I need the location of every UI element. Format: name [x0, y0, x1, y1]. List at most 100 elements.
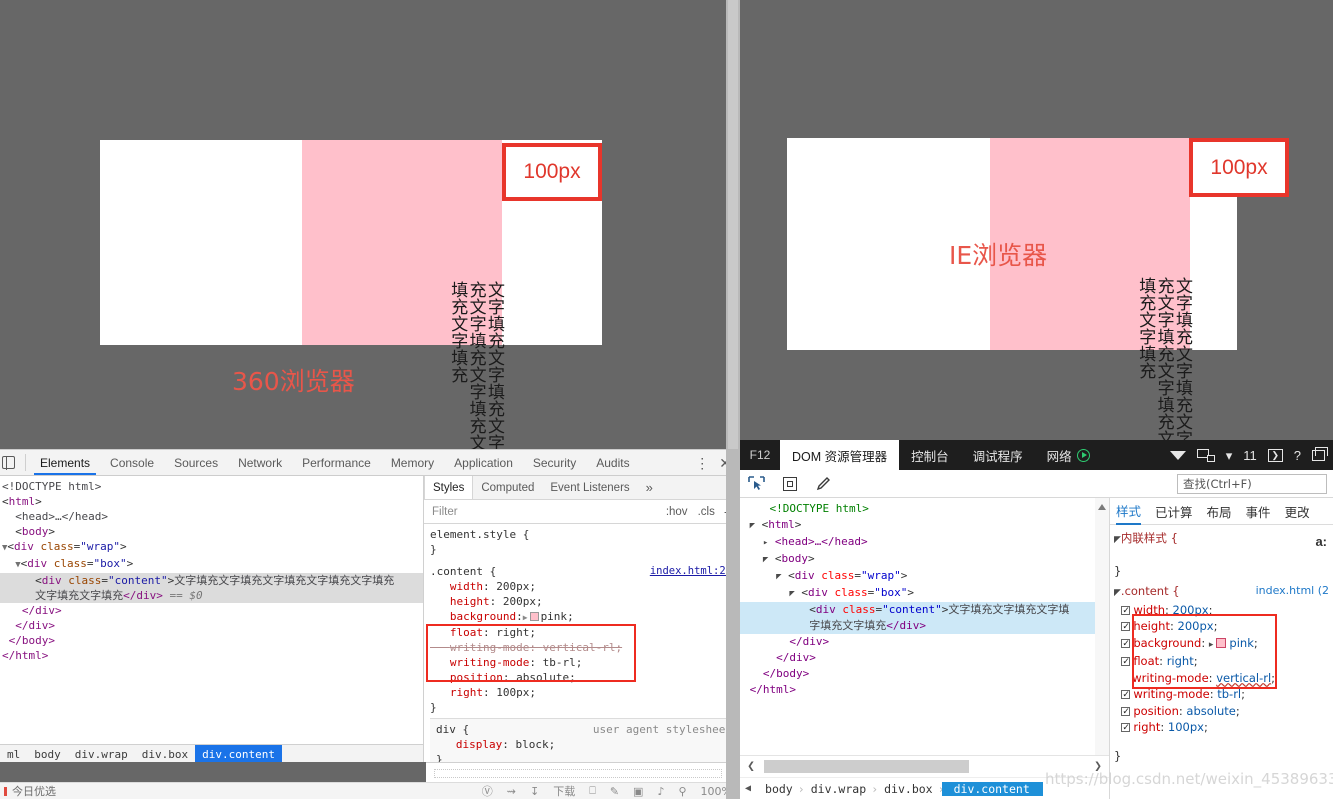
emulation-icon[interactable] — [1196, 448, 1215, 462]
screenshot-icon[interactable]: ✎ — [610, 785, 619, 798]
decl-background-value[interactable]: pink — [541, 610, 568, 623]
styles-filter-input[interactable]: Filter — [432, 506, 661, 518]
ie-dom-box[interactable]: ◤ <div class="box"> — [740, 585, 1109, 602]
window-split-icon[interactable]: ⎕ — [589, 784, 596, 798]
restore-window-icon[interactable] — [1312, 446, 1328, 461]
decl-enabled-checkbox[interactable] — [1121, 654, 1131, 671]
highlight-element-icon[interactable] — [783, 476, 797, 491]
decl-writing-mode-vertical-rl[interactable]: writing-mode: vertical-rl; — [430, 640, 740, 655]
color-swatch-pink[interactable] — [1216, 637, 1227, 648]
ie-tab-console[interactable]: 控制台 — [899, 440, 961, 470]
decl-enabled-checkbox[interactable] — [1121, 619, 1131, 636]
breadcrumb-ml[interactable]: ml — [0, 745, 27, 763]
breadcrumb-div-box[interactable]: div.box — [135, 745, 195, 763]
hov-toggle[interactable]: :hov — [661, 506, 693, 518]
breadcrumb-body[interactable]: body — [27, 745, 68, 763]
cls-toggle[interactable]: .cls — [693, 506, 720, 518]
search-icon[interactable]: ⚲ — [678, 785, 686, 798]
scroll-right-arrow-icon[interactable]: ❯ — [1087, 759, 1109, 774]
ie-decl-writing-mode-vertical-rl[interactable]: writing-mode: vertical-rl; — [1114, 670, 1333, 687]
sound-icon[interactable]: ♪ — [657, 785, 664, 798]
dom-line-content-selected[interactable]: <div class="content">文字填充文字填充文字填充文字填充文字填… — [0, 573, 423, 588]
sidebar-icon[interactable]: ▣ — [633, 785, 643, 798]
decl-float[interactable]: float: right; — [430, 625, 740, 640]
decl-enabled-checkbox[interactable] — [1121, 636, 1131, 652]
ie-subtab-changes[interactable]: 更改 — [1285, 502, 1310, 521]
color-expand-icon[interactable]: ▶ — [523, 613, 528, 622]
dom-line-box[interactable]: ▼<div class="box"> — [0, 556, 423, 573]
ie-rule-source-link[interactable]: index.html (2 — [1256, 583, 1329, 600]
ie-tab-debugger[interactable]: 调试程序 — [961, 440, 1035, 470]
element-select-icon[interactable] — [748, 476, 765, 491]
console-drawer-icon[interactable]: ❯ — [1267, 448, 1283, 462]
tab-application[interactable]: Application — [444, 450, 523, 475]
dom-line-content-cont[interactable]: 文字填充文字填充</div> == $0 — [0, 588, 423, 603]
decl-writing-mode-tb-rl[interactable]: writing-mode: tb-rl; — [430, 655, 740, 670]
decl-wm2-value[interactable]: tb-rl — [543, 656, 576, 669]
download-label[interactable]: 下载 — [553, 783, 575, 799]
ie-subtab-layout[interactable]: 布局 — [1207, 502, 1232, 521]
ie-decl-position-value[interactable]: absolute — [1186, 704, 1235, 718]
ie-dom-horizontal-scrollbar[interactable]: ❮ ❯ — [740, 755, 1109, 777]
tab-sources[interactable]: Sources — [164, 450, 228, 475]
subtab-styles[interactable]: Styles — [424, 476, 474, 499]
tab-network[interactable]: Network — [228, 450, 292, 475]
decl-width-value[interactable]: 200px — [496, 580, 529, 593]
ie-dom-body[interactable]: ◤ <body> — [740, 551, 1109, 568]
tab-memory[interactable]: Memory — [381, 450, 444, 475]
ie-breadcrumb-div-wrap[interactable]: div.wrap — [802, 782, 879, 796]
ie-decl-right-value[interactable]: 100px — [1168, 720, 1204, 734]
breadcrumb-div-wrap[interactable]: div.wrap — [68, 745, 135, 763]
decl-enabled-checkbox[interactable] — [1121, 603, 1131, 619]
mouse-gesture-icon[interactable]: ⇝ — [507, 785, 516, 798]
filter-icon[interactable] — [1169, 450, 1186, 460]
ie-subtab-computed[interactable]: 已计算 — [1155, 502, 1193, 521]
ie-decl-float[interactable]: float: right; — [1114, 653, 1333, 671]
decl-background[interactable]: background:▶ pink; — [430, 609, 740, 625]
ie-dom-content-selected[interactable]: <div class="content">文字填充文字填充文字填 — [740, 602, 1109, 618]
chrome-dom-tree[interactable]: <!DOCTYPE html> <html> <head>…</head> <b… — [0, 476, 424, 762]
ie-decl-width[interactable]: width: 200px; — [1114, 602, 1333, 619]
ie-dom-head[interactable]: ▸ <head>…</head> — [740, 534, 1109, 551]
dom-line-body[interactable]: <body> — [0, 524, 423, 539]
ie-decl-position[interactable]: position: absolute; — [1114, 703, 1333, 720]
chevron-down-icon[interactable]: ▾ — [1226, 449, 1233, 462]
color-expand-icon[interactable]: ▸ — [1209, 640, 1214, 650]
ie-decl-height[interactable]: height: 200px; — [1114, 618, 1333, 636]
pane-vertical-scrollbar[interactable] — [726, 0, 740, 799]
dom-line-html[interactable]: <html> — [0, 494, 423, 509]
dom-line-head[interactable]: <head>…</head> — [0, 509, 423, 524]
ie-decl-wm1-value[interactable]: vertical-rl — [1216, 671, 1271, 685]
rule-source-link[interactable]: index.html:27 — [650, 564, 732, 579]
ie-decl-writing-mode-tb-rl[interactable]: writing-mode: tb-rl; — [1114, 686, 1333, 704]
hscroll-thumb[interactable] — [764, 760, 969, 773]
decl-float-value[interactable]: right — [496, 626, 529, 639]
shield-icon[interactable]: Ⓥ — [482, 783, 493, 799]
dom-line-wrap[interactable]: ▼<div class="wrap"> — [0, 539, 423, 556]
scroll-up-arrow-icon[interactable] — [1098, 504, 1106, 510]
ie-decl-width-value[interactable]: 200px — [1173, 603, 1209, 617]
subtab-event-listeners[interactable]: Event Listeners — [542, 476, 637, 499]
chrome-horizontal-scrollbar[interactable] — [426, 762, 740, 782]
decl-right[interactable]: right: 100px; — [430, 685, 740, 700]
kebab-menu-icon[interactable]: ⋮ — [695, 456, 709, 470]
tab-elements[interactable]: Elements — [30, 450, 100, 475]
decl-height-value[interactable]: 200px — [503, 595, 536, 608]
promo-label[interactable]: 今日优选 — [12, 783, 56, 799]
decl-enabled-checkbox[interactable] — [1121, 704, 1131, 720]
ie-dom-content-cont[interactable]: 字填充文字填充</div> — [740, 618, 1109, 634]
breadcrumb-back-icon[interactable]: ◀ — [740, 783, 756, 794]
ie-dom-vertical-scrollbar[interactable] — [1095, 498, 1109, 777]
decl-right-value[interactable]: 100px — [496, 686, 529, 699]
chrome-css-rules[interactable]: element.style { } index.html:27 .content … — [424, 524, 740, 762]
network-play-icon[interactable] — [1076, 448, 1090, 462]
ie-subtab-styles[interactable]: 样式 — [1116, 498, 1142, 525]
ie-breadcrumb-body[interactable]: body — [756, 782, 804, 796]
download-arrow-icon[interactable]: ↧ — [530, 785, 539, 798]
ie-css-rules[interactable]: ◤内联样式 { } index.html (2◤.content { width… — [1110, 525, 1333, 764]
subtab-overflow-icon[interactable]: » — [638, 476, 661, 499]
help-icon[interactable]: ? — [1294, 449, 1301, 462]
tab-audits[interactable]: Audits — [586, 450, 639, 475]
ie-breadcrumb-div-box[interactable]: div.box — [875, 782, 945, 796]
tab-console[interactable]: Console — [100, 450, 164, 475]
